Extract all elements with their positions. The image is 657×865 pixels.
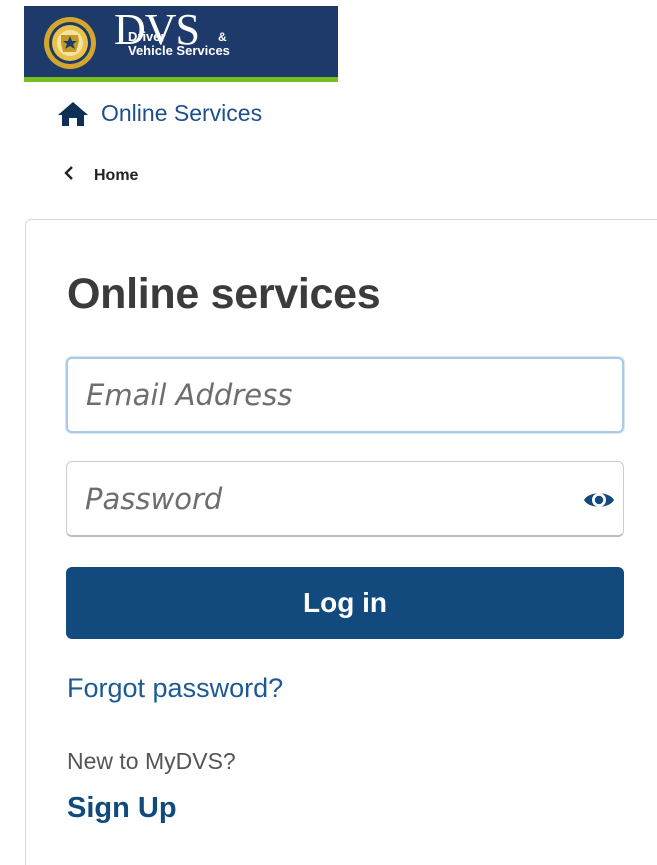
dvs-logo-banner[interactable]: DVS Driver & Vehicle Services [24,6,338,82]
email-field-container [66,357,624,433]
logo-ampersand: & [218,30,227,44]
online-services-link[interactable]: Online Services [57,100,262,127]
logo-subtitle: Driver & Vehicle Services [128,30,230,58]
login-button[interactable]: Log in [66,567,624,639]
forgot-password-link[interactable]: Forgot password? [67,673,283,704]
chevron-left-icon [64,166,74,185]
state-seal-icon [44,17,96,69]
page-title: Online services [67,270,381,318]
new-user-text: New to MyDVS? [67,748,236,774]
logo-subtitle-line1: Driver [128,29,166,44]
email-input[interactable] [68,359,622,431]
sign-up-link[interactable]: Sign Up [67,792,177,825]
back-home-label: Home [94,166,139,184]
logo-subtitle-line2: Vehicle Services [128,43,230,58]
back-home-link[interactable]: Home [64,166,138,185]
password-field-container [66,461,624,537]
eye-icon[interactable] [583,484,615,516]
password-input[interactable] [67,462,623,535]
home-icon [57,101,89,127]
page: DVS Driver & Vehicle Services Online Ser… [0,0,657,865]
online-services-label: Online Services [101,100,263,126]
